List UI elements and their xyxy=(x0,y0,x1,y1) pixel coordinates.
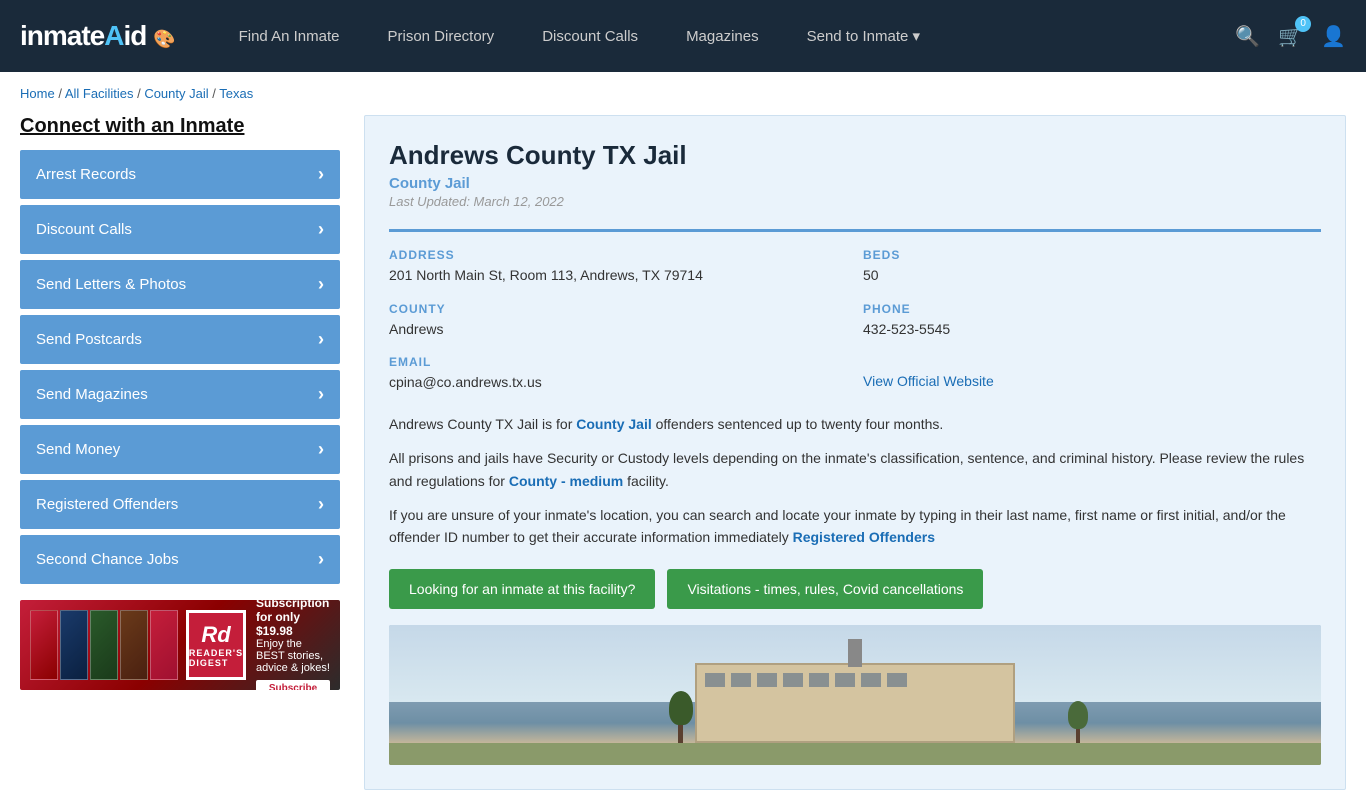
user-icon[interactable]: 👤 xyxy=(1321,24,1346,49)
magazine-covers xyxy=(30,610,178,680)
sidebar-item-send-postcards[interactable]: Send Postcards › xyxy=(20,315,340,364)
logo[interactable]: inmateAid 🎨 xyxy=(20,20,175,52)
breadcrumb-texas[interactable]: Texas xyxy=(219,86,253,101)
county-label: COUNTY xyxy=(389,302,847,316)
breadcrumb-home[interactable]: Home xyxy=(20,86,55,101)
beds-value: 50 xyxy=(863,266,1321,286)
sidebar-item-registered-offenders[interactable]: Registered Offenders › xyxy=(20,480,340,529)
chevron-right-icon: › xyxy=(318,219,324,240)
county-block: COUNTY Andrews xyxy=(389,302,847,340)
county-jail-link[interactable]: County Jail xyxy=(576,416,651,432)
sidebar-item-second-chance-jobs[interactable]: Second Chance Jobs › xyxy=(20,535,340,584)
description-3: If you are unsure of your inmate's locat… xyxy=(389,504,1321,549)
advertisement: Rd READER'SDIGEST 1 Year Subscription fo… xyxy=(20,600,340,690)
email-value: cpina@co.andrews.tx.us xyxy=(389,373,847,393)
nav-discount-calls[interactable]: Discount Calls xyxy=(518,0,662,72)
facility-image xyxy=(389,625,1321,765)
ad-text: 1 Year Subscription for only $19.98 Enjo… xyxy=(256,600,330,690)
description-2: All prisons and jails have Security or C… xyxy=(389,447,1321,492)
beds-block: BEDS 50 xyxy=(863,248,1321,286)
sidebar-item-send-magazines[interactable]: Send Magazines › xyxy=(20,370,340,419)
county-value: Andrews xyxy=(389,320,847,340)
facility-type: County Jail xyxy=(389,175,1321,192)
chevron-right-icon: › xyxy=(318,329,324,350)
action-buttons: Looking for an inmate at this facility? … xyxy=(389,569,1321,609)
breadcrumb-all-facilities[interactable]: All Facilities xyxy=(65,86,134,101)
phone-block: PHONE 432-523-5545 xyxy=(863,302,1321,340)
find-inmate-button[interactable]: Looking for an inmate at this facility? xyxy=(389,569,655,609)
chevron-right-icon: › xyxy=(318,384,324,405)
nav-links: Find An Inmate Prison Directory Discount… xyxy=(215,0,1236,72)
sidebar-item-arrest-records[interactable]: Arrest Records › xyxy=(20,150,340,199)
website-link[interactable]: View Official Website xyxy=(863,373,994,389)
address-block: ADDRESS 201 North Main St, Room 113, And… xyxy=(389,248,847,286)
visitations-button[interactable]: Visitations - times, rules, Covid cancel… xyxy=(667,569,983,609)
description-1: Andrews County TX Jail is for County Jai… xyxy=(389,413,1321,435)
nav-find-inmate[interactable]: Find An Inmate xyxy=(215,0,364,72)
nav-magazines[interactable]: Magazines xyxy=(662,0,783,72)
facility-title: Andrews County TX Jail xyxy=(389,140,1321,171)
readers-digest-logo: Rd READER'SDIGEST xyxy=(186,610,246,680)
search-icon[interactable]: 🔍 xyxy=(1235,24,1260,49)
facility-last-updated: Last Updated: March 12, 2022 xyxy=(389,194,1321,209)
breadcrumb: Home / All Facilities / County Jail / Te… xyxy=(0,72,1366,115)
email-label: EMAIL xyxy=(389,355,847,369)
chevron-right-icon: › xyxy=(318,439,324,460)
sidebar-item-discount-calls[interactable]: Discount Calls › xyxy=(20,205,340,254)
main-container: Connect with an Inmate Arrest Records › … xyxy=(0,115,1366,810)
chevron-right-icon: › xyxy=(318,274,324,295)
navigation: inmateAid 🎨 Find An Inmate Prison Direct… xyxy=(0,0,1366,72)
website-block: WEBSITE View Official Website xyxy=(863,355,1321,393)
registered-offenders-link[interactable]: Registered Offenders xyxy=(793,529,935,545)
cart-icon[interactable]: 🛒 0 xyxy=(1278,24,1303,49)
sidebar-title: Connect with an Inmate xyxy=(20,115,340,138)
facility-info-grid: ADDRESS 201 North Main St, Room 113, And… xyxy=(389,229,1321,393)
sidebar-item-send-money[interactable]: Send Money › xyxy=(20,425,340,474)
content-panel: Andrews County TX Jail County Jail Last … xyxy=(364,115,1346,790)
address-label: ADDRESS xyxy=(389,248,847,262)
address-value: 201 North Main St, Room 113, Andrews, TX… xyxy=(389,266,847,286)
nav-prison-directory[interactable]: Prison Directory xyxy=(363,0,518,72)
nav-actions: 🔍 🛒 0 👤 xyxy=(1235,24,1346,49)
nav-send-to-inmate[interactable]: Send to Inmate ▾ xyxy=(783,0,944,72)
county-medium-link[interactable]: County - medium xyxy=(509,473,623,489)
beds-label: BEDS xyxy=(863,248,1321,262)
chevron-right-icon: › xyxy=(318,549,324,570)
sidebar: Connect with an Inmate Arrest Records › … xyxy=(20,115,340,790)
phone-value: 432-523-5545 xyxy=(863,320,1321,340)
breadcrumb-county-jail[interactable]: County Jail xyxy=(144,86,208,101)
sidebar-item-send-letters-photos[interactable]: Send Letters & Photos › xyxy=(20,260,340,309)
chevron-right-icon: › xyxy=(318,164,324,185)
cart-badge: 0 xyxy=(1295,16,1311,32)
email-block: EMAIL cpina@co.andrews.tx.us xyxy=(389,355,847,393)
phone-label: PHONE xyxy=(863,302,1321,316)
ad-subscribe-button[interactable]: Subscribe Now xyxy=(256,680,330,690)
chevron-right-icon: › xyxy=(318,494,324,515)
